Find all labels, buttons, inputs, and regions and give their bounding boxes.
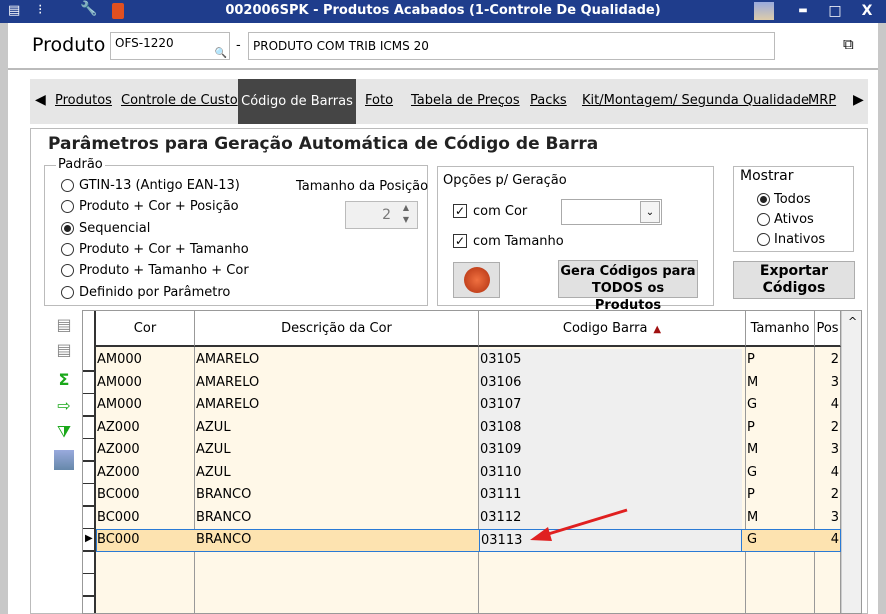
annotation-layer <box>530 508 628 541</box>
annotation-arrow-head <box>530 527 552 541</box>
annotation-arrow <box>544 508 628 537</box>
